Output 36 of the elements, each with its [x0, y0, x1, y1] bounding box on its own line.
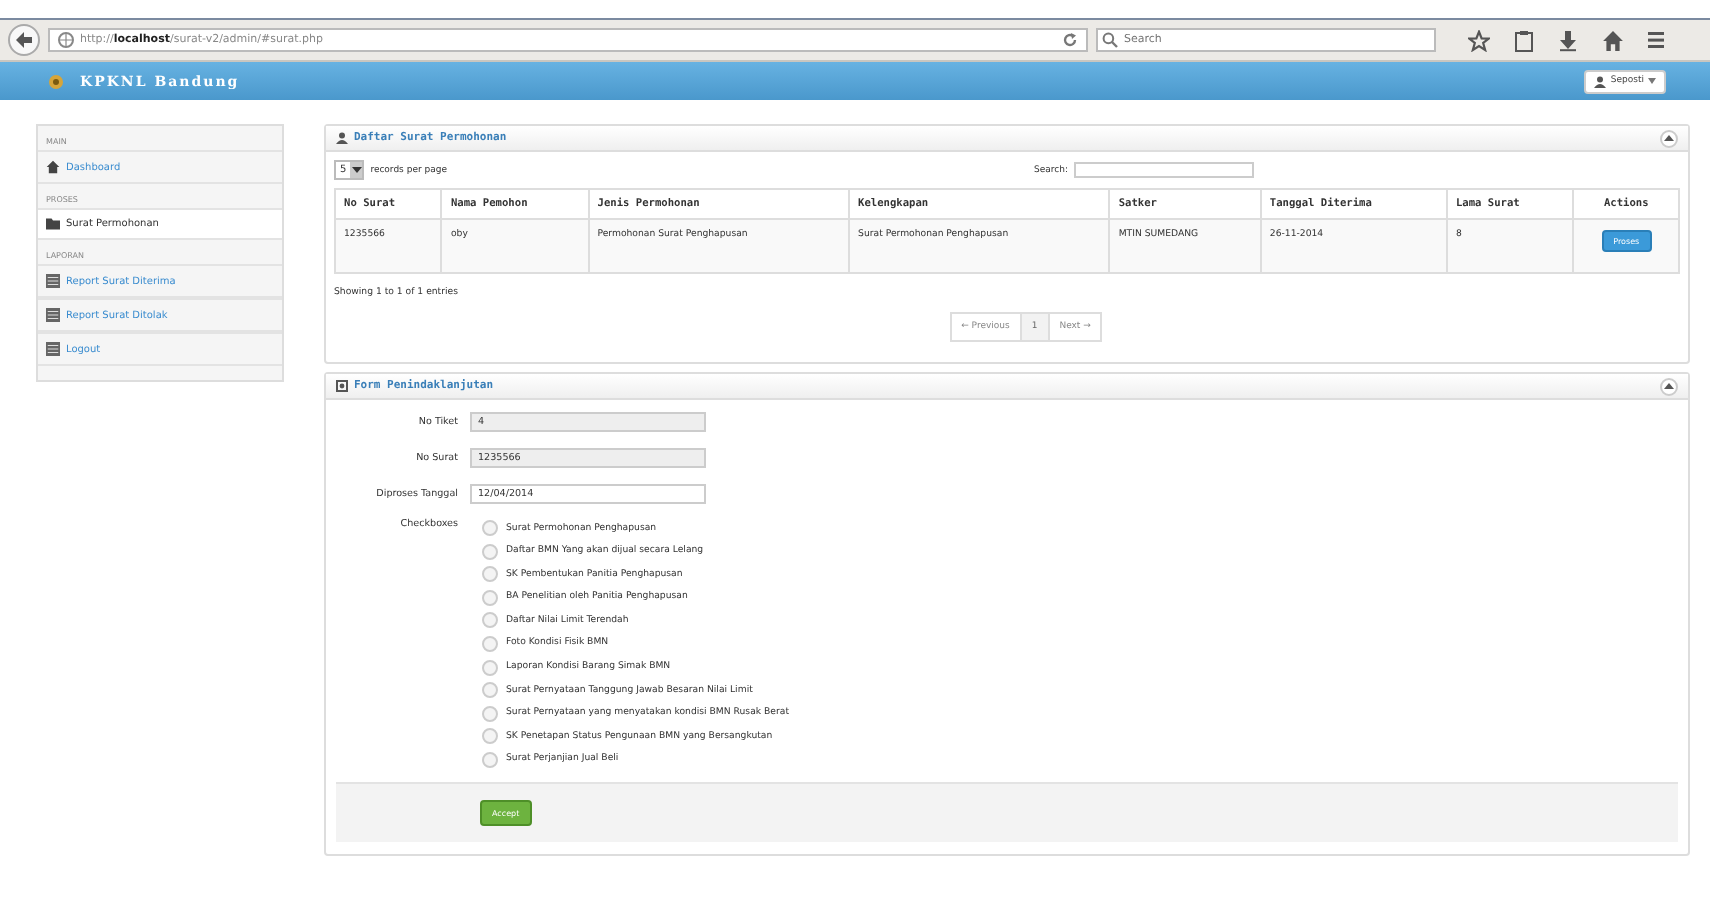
- table-search-field[interactable]: [1074, 162, 1254, 178]
- home-icon: [46, 160, 60, 174]
- checkbox[interactable]: [482, 566, 498, 583]
- user-icon: [336, 132, 348, 144]
- list-icon: [46, 342, 60, 356]
- globe-icon: [58, 32, 74, 48]
- back-arrow-icon: [14, 30, 34, 50]
- checkbox[interactable]: [482, 520, 498, 536]
- home-icon[interactable]: [1602, 29, 1624, 51]
- caret-icon: [351, 166, 362, 174]
- download-icon[interactable]: [1558, 29, 1578, 51]
- search-icon: [1102, 32, 1118, 48]
- back-button[interactable]: [8, 24, 40, 56]
- checkbox[interactable]: [482, 635, 498, 652]
- logo-icon: [48, 73, 64, 89]
- collapse-button[interactable]: [1660, 129, 1678, 147]
- chevron-up-icon: [1664, 382, 1674, 390]
- checkbox[interactable]: [482, 751, 498, 768]
- caret-icon: [1648, 78, 1656, 84]
- clipboard-icon[interactable]: [1514, 29, 1534, 51]
- reload-icon[interactable]: [1062, 32, 1078, 48]
- checkbox[interactable]: [482, 589, 498, 606]
- checkbox[interactable]: [482, 659, 498, 676]
- user-icon: [1594, 75, 1607, 87]
- checkbox[interactable]: [482, 705, 498, 722]
- star-icon[interactable]: [1468, 29, 1490, 51]
- checkbox[interactable]: [482, 543, 498, 560]
- collapse-button[interactable]: [1660, 377, 1678, 395]
- checkbox[interactable]: [482, 682, 498, 699]
- folder-icon: [46, 218, 60, 230]
- menu-icon[interactable]: [1648, 30, 1664, 50]
- chevron-up-icon: [1664, 134, 1674, 142]
- checkbox[interactable]: [482, 728, 498, 745]
- list-icon: [46, 308, 60, 322]
- checkbox[interactable]: [482, 612, 498, 629]
- list-icon: [46, 274, 60, 288]
